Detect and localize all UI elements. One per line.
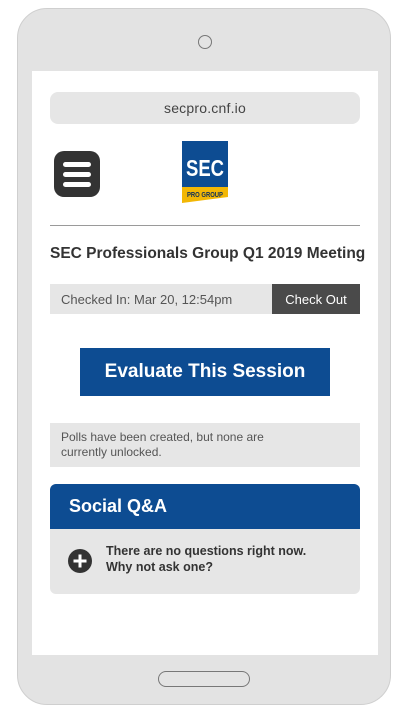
social-qa-card: Social Q&A There are no questions right … [50,484,360,594]
logo-bottom-text: PRO GROUP [187,192,223,199]
plus-circle-icon[interactable] [68,549,92,573]
logo-top-text: SEC [186,155,224,181]
social-qa-body: There are no questions right now. Why no… [50,529,360,594]
menu-line [63,171,91,177]
url-bar[interactable]: secpro.cnf.io [50,92,360,124]
app-screen: secpro.cnf.io SEC PRO GROUP SEC Professi… [32,71,378,655]
evaluate-session-button[interactable]: Evaluate This Session [80,348,330,396]
qa-empty-line1: There are no questions right now. [106,544,307,558]
url-text: secpro.cnf.io [164,100,246,116]
page-title: SEC Professionals Group Q1 2019 Meeting [50,245,366,262]
menu-line [63,181,91,187]
phone-frame: secpro.cnf.io SEC PRO GROUP SEC Professi… [17,8,391,705]
polls-message-line1: Polls have been created, but none are [61,430,264,444]
polls-status: Polls have been created, but none are cu… [50,423,360,467]
hamburger-menu-icon[interactable] [54,151,100,197]
polls-message-line2: currently unlocked. [61,445,162,459]
social-qa-title: Social Q&A [69,496,168,516]
checked-in-status: Checked In: Mar 20, 12:54pm [50,284,272,314]
sec-pro-group-logo: SEC PRO GROUP [182,141,228,203]
qa-empty-line2[interactable]: Why not ask one? [106,559,346,575]
camera-icon [198,35,212,49]
checkin-row: Checked In: Mar 20, 12:54pm Check Out [50,284,360,314]
check-out-button[interactable]: Check Out [272,284,360,314]
home-button[interactable] [158,671,250,687]
social-qa-header: Social Q&A [50,484,360,529]
header-divider [50,225,360,226]
menu-line [63,161,91,167]
qa-empty-message: There are no questions right now. Why no… [106,543,346,575]
